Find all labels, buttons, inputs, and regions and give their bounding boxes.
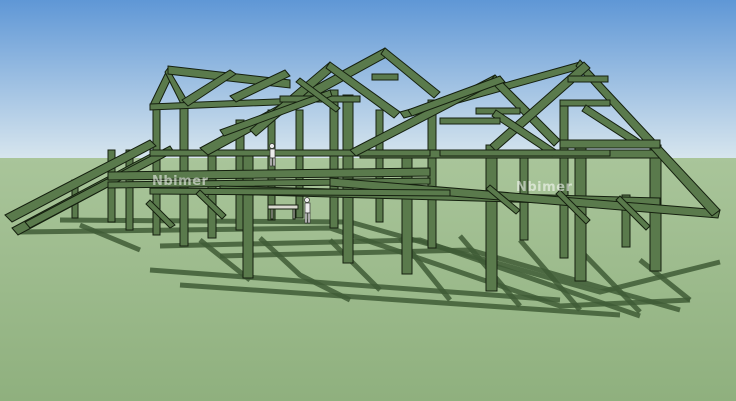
- human-figure-upper: [269, 143, 276, 167]
- viewport[interactable]: Nbimer Nbimer: [0, 0, 736, 401]
- watermark-right: Nbimer: [516, 180, 573, 195]
- watermark-left: Nbimer: [152, 174, 209, 189]
- 3d-model-view: [0, 0, 736, 401]
- human-figure-lower: [304, 197, 311, 224]
